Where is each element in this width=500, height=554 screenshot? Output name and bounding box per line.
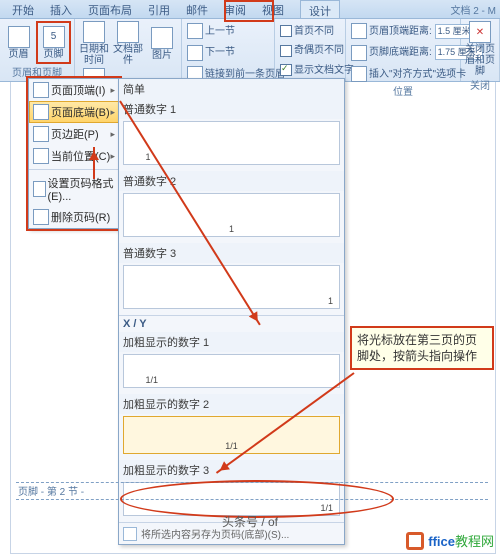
menu-current-pos[interactable]: 当前位置(C)▸ xyxy=(29,145,119,167)
cursor-icon xyxy=(33,148,49,164)
tab-mailings[interactable]: 邮件 xyxy=(178,0,216,18)
checkbox-checked-icon xyxy=(280,64,292,76)
tab-references[interactable]: 引用 xyxy=(140,0,178,18)
menu-format-pagenum[interactable]: 设置页码格式(E)... xyxy=(29,172,119,206)
align-tab-button[interactable]: 插入"对齐方式"选项卡 xyxy=(349,64,457,83)
menu-page-top[interactable]: 页面顶端(I)▸ xyxy=(29,79,119,101)
page-num-preview: 1 xyxy=(328,296,333,306)
gallery-section-simple: 简单 xyxy=(119,79,344,99)
calendar-icon xyxy=(83,21,105,43)
ribbon: 页眉 5页脚 页眉和页脚 日期和时间 文档部件 图片 剪贴画 插入 上一节 下一… xyxy=(0,19,500,82)
datetime-button[interactable]: 日期和时间 xyxy=(78,21,110,66)
gallery-item-label: 普通数字 3 xyxy=(119,243,344,263)
byline-text: 头条号 / of xyxy=(0,513,500,530)
separator xyxy=(29,169,119,170)
chevron-right-icon: ▸ xyxy=(110,85,115,96)
gallery-item-label: 普通数字 1 xyxy=(119,99,344,119)
tab-insert[interactable]: 插入 xyxy=(42,0,80,18)
next-section-button[interactable]: 下一节 xyxy=(185,42,271,61)
group-close: 关闭 xyxy=(464,77,496,92)
parts-icon xyxy=(117,21,139,43)
prev-icon xyxy=(187,23,203,39)
header-button[interactable]: 页眉 xyxy=(3,21,34,64)
page-bottom-icon xyxy=(33,104,49,120)
page-top-icon xyxy=(33,82,49,98)
header-dist-field[interactable]: 页眉顶端距离: 1.5 厘米 xyxy=(349,21,457,40)
format-icon xyxy=(33,181,46,197)
page-num-preview: 1/1 xyxy=(225,441,238,451)
annotation-arrow xyxy=(93,147,95,179)
gallery-thumb-bold2[interactable]: 1/1 xyxy=(123,416,340,454)
highlight-design-tab xyxy=(224,0,274,22)
picture-button[interactable]: 图片 xyxy=(146,21,178,66)
gallery-thumb-plain3[interactable]: 1 xyxy=(123,265,340,309)
page-num-preview: 1 xyxy=(146,152,151,162)
group-position: 位置 xyxy=(349,83,457,98)
gallery-item-label: 普通数字 2 xyxy=(119,171,344,191)
watermark: ffice教程网 xyxy=(406,531,494,550)
chevron-right-icon: ▸ xyxy=(110,107,115,118)
tab-design[interactable]: 设计 xyxy=(300,0,340,18)
parts-button[interactable]: 文档部件 xyxy=(112,21,144,66)
prev-section-button[interactable]: 上一节 xyxy=(185,21,271,40)
checkbox-icon xyxy=(280,25,292,37)
gallery-item-label: 加粗显示的数字 1 xyxy=(119,332,344,352)
office-logo-icon xyxy=(406,532,424,550)
next-icon xyxy=(187,45,203,61)
gallery-thumb-plain2[interactable]: 1 xyxy=(123,193,340,237)
menu-page-bottom[interactable]: 页面底端(B)▸ xyxy=(29,101,119,123)
ruler-icon xyxy=(351,45,367,61)
footer-button[interactable]: 5页脚 xyxy=(36,21,71,64)
tab-home[interactable]: 开始 xyxy=(4,0,42,18)
gallery-thumb-bold1[interactable]: 1/1 xyxy=(123,354,340,388)
footer-icon: 5 xyxy=(43,26,65,48)
chevron-right-icon: ▸ xyxy=(110,151,115,162)
footer-dist-field[interactable]: 页脚底端距离: 1.75 厘米 xyxy=(349,42,457,61)
checkbox-icon xyxy=(280,45,292,57)
menu-page-margin[interactable]: 页边距(P)▸ xyxy=(29,123,119,145)
page-num-preview: 1/1 xyxy=(146,375,159,385)
page-num-preview: 1 xyxy=(229,224,234,234)
group-header-footer: 页眉和页脚 xyxy=(3,64,71,79)
header-icon xyxy=(8,26,30,48)
page-number-gallery: 简单 普通数字 1 1 普通数字 2 1 普通数字 3 1 X / Y 加粗显示… xyxy=(118,78,345,545)
tab-layout[interactable]: 页面布局 xyxy=(80,0,140,18)
odd-even-diff-checkbox[interactable]: 奇偶页不同 xyxy=(278,40,342,57)
chevron-right-icon: ▸ xyxy=(110,129,115,140)
show-doc-text-checkbox[interactable]: 显示文档文字 xyxy=(278,60,342,77)
page-number-menu: 页面顶端(I)▸ 页面底端(B)▸ 页边距(P)▸ 当前位置(C)▸ 设置页码格… xyxy=(28,78,120,229)
page-margin-icon xyxy=(33,126,49,142)
delete-icon xyxy=(33,209,49,225)
first-page-diff-checkbox[interactable]: 首页不同 xyxy=(278,21,342,38)
close-hf-button[interactable]: ✕关闭页眉和页脚 xyxy=(464,21,496,77)
tab-icon xyxy=(351,66,367,82)
instruction-callout: 将光标放在第三页的页脚处，按箭头指向操作 xyxy=(350,326,494,370)
ruler-icon xyxy=(351,23,367,39)
gallery-section-xy: X / Y xyxy=(119,315,344,332)
document-title: 文档 2 - M xyxy=(450,2,496,17)
close-icon: ✕ xyxy=(469,21,491,43)
picture-icon xyxy=(151,27,173,49)
menu-remove-pagenum[interactable]: 删除页码(R) xyxy=(29,206,119,228)
